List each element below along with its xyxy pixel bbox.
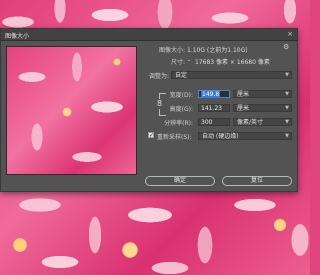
resample-label: 重新采样(S): (157, 134, 192, 141)
image-size-label: 图像大小: (158, 47, 185, 54)
reset-button[interactable]: 复位 (222, 176, 292, 186)
chevron-down-icon: ▼ (285, 91, 289, 97)
resample-value: 自动 (硬边缘) (202, 133, 239, 140)
resolution-label: 分辨率(R): (164, 120, 193, 127)
height-label: 高度(G): (169, 106, 193, 113)
chevron-down-icon: ▼ (285, 119, 289, 125)
close-icon[interactable]: × (287, 30, 293, 38)
width-unit-dropdown[interactable]: 厘米 ▼ (233, 90, 292, 98)
width-unit: 厘米 (237, 91, 250, 98)
image-preview[interactable] (6, 46, 137, 175)
resample-checkbox[interactable]: ✓ (148, 132, 154, 139)
height-unit-dropdown[interactable]: 厘米 ▼ (233, 104, 292, 112)
resolution-value: 300 (201, 119, 213, 126)
chevron-down-icon[interactable]: ⌄ (187, 57, 191, 63)
height-field[interactable]: 141.23 (198, 104, 230, 112)
dimensions-value: 17683 像素 × 16680 像素 (195, 59, 270, 66)
resample-dropdown[interactable]: 自动 (硬边缘) ▼ (198, 132, 292, 140)
gear-icon[interactable]: ⚙ (283, 43, 289, 51)
fit-to-label: 调整为: (148, 73, 169, 80)
width-field[interactable]: 149.8 (198, 90, 230, 98)
fit-to-dropdown[interactable]: 自定 ▼ (171, 71, 292, 79)
fit-to-value: 自定 (175, 72, 188, 79)
chevron-down-icon: ▼ (285, 133, 289, 139)
chevron-down-icon: ▼ (285, 72, 289, 78)
ok-button[interactable]: 确定 (145, 176, 215, 186)
resolution-unit-dropdown[interactable]: 像素/英寸 ▼ (233, 118, 292, 126)
height-unit: 厘米 (237, 105, 250, 112)
dialog-titlebar[interactable]: 图像大小 × (1, 29, 297, 41)
width-label: 宽度(D): (169, 92, 193, 99)
chevron-down-icon: ▼ (285, 105, 289, 111)
dimensions-label: 尺寸: (170, 59, 185, 66)
width-value: 149.8 (201, 91, 221, 98)
dialog-title: 图像大小 (5, 33, 30, 40)
resolution-field[interactable]: 300 (198, 118, 230, 126)
resolution-unit: 像素/英寸 (237, 119, 264, 126)
image-size-dialog: 图像大小 × 图像大小: 1.10G (之前为1.10G) ⚙ 尺寸: ⌄ 17… (0, 28, 298, 192)
image-size-value: 1.10G (之前为1.10G) (187, 47, 248, 54)
height-value: 141.23 (201, 105, 222, 112)
